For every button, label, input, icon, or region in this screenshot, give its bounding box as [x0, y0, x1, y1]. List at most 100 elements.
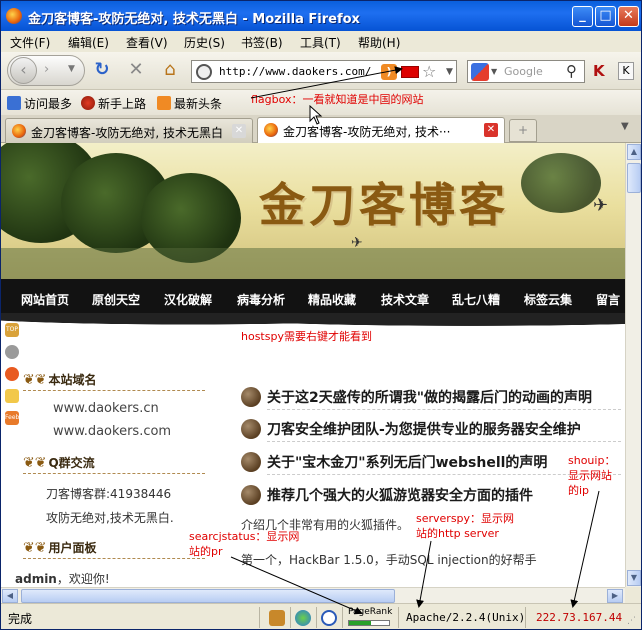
at-addon-icon[interactable] [321, 610, 337, 626]
tab-2[interactable]: 金刀客博客-攻防无绝对, 技术··· ✕ [257, 117, 505, 144]
nav-misc[interactable]: 乱七八糟 [452, 291, 500, 308]
article-3[interactable]: 关于"宝木金刀"系列无后门webshell的声明 [241, 450, 621, 475]
china-flag-icon[interactable] [401, 66, 419, 78]
article-2[interactable]: 刀客安全维护团队-为您提供专业的服务器安全维护 [241, 417, 621, 442]
nav-crack[interactable]: 汉化破解 [164, 291, 212, 308]
http-server[interactable]: Apache/2.2.4(Unix) [406, 611, 525, 624]
horizontal-scroll-thumb[interactable] [21, 589, 395, 603]
home-icon[interactable]: ⌂ [159, 61, 181, 79]
site-motto: 攻防无绝对,技术无黑白. [46, 511, 174, 525]
bird-icon: ✈ [593, 195, 609, 216]
domain-cn[interactable]: www.daokers.cn [53, 401, 159, 416]
maximize-button[interactable]: □ [595, 6, 616, 27]
tab-1[interactable]: 金刀客博客-攻防无绝对, 技术无黑白 ✕ [5, 118, 253, 143]
banner-tree [521, 153, 601, 213]
section-domains-heading: ❦❦ 本站域名 [23, 371, 205, 391]
search-placeholder[interactable]: Google [504, 65, 543, 78]
annotation-flagbox: flagbox：一看就知道是中国的网站 [251, 93, 424, 106]
annotation-searchstatus: searcjstatus：显示网 站的pr [189, 530, 300, 558]
user-icon[interactable] [5, 345, 19, 359]
vertical-scrollbar[interactable]: ▲ ▼ [625, 143, 641, 587]
menu-view[interactable]: 查看(V) [126, 34, 168, 51]
menu-edit[interactable]: 编辑(E) [68, 34, 109, 51]
scroll-left-icon[interactable]: ◀ [2, 589, 18, 603]
site-ip[interactable]: 222.73.167.44 [536, 611, 622, 624]
scroll-up-icon[interactable]: ▲ [627, 144, 641, 160]
tab-close-icon[interactable]: ✕ [232, 124, 246, 138]
section-qq-heading: ❦❦ Q群交流 [23, 454, 205, 474]
article-1[interactable]: 关于这2天盛传的所谓我"做的揭露后门的动画的声明 [241, 385, 621, 410]
list-all-tabs-icon[interactable]: ▼ [621, 121, 629, 132]
article-bullet-icon [241, 419, 261, 439]
top-icon[interactable]: TOP [5, 323, 19, 337]
bookmark-most-visited[interactable]: 访问最多 [7, 95, 72, 112]
scroll-down-icon[interactable]: ▼ [627, 570, 641, 586]
close-button[interactable]: ✕ [618, 6, 639, 27]
search-box[interactable]: ▼ Google ⚲ [467, 60, 585, 83]
tab-favicon [12, 124, 26, 138]
back-arrow-icon[interactable]: ‹ [10, 57, 37, 84]
rss-feed-icon[interactable]: ) [381, 64, 397, 80]
bookmark-getting-started[interactable]: 新手上路 [81, 95, 146, 112]
article-bullet-icon [241, 485, 261, 505]
bookmark-latest-headlines[interactable]: 最新头条 [157, 95, 222, 112]
site-nav: 网站首页 原创天空 汉化破解 病毒分析 精品收藏 技术文章 乱七八糟 标签云集 … [1, 279, 625, 317]
minimize-button[interactable]: _ [572, 6, 593, 27]
rss-bookmark-icon [157, 96, 171, 110]
tab-1-label: 金刀客博客-攻防无绝对, 技术无黑白 [31, 126, 223, 140]
pagerank-indicator[interactable]: PageRank [348, 607, 392, 628]
nav-home[interactable]: 网站首页 [21, 291, 69, 308]
address-bar[interactable]: http://www.daokers.com/ ) ☆ ▼ [191, 60, 457, 83]
qq-icon[interactable] [5, 367, 19, 381]
new-tab-button[interactable]: + [509, 119, 537, 142]
menu-bookmarks[interactable]: 书签(B) [241, 34, 283, 51]
status-bar: 完成 PageRank Apache/2.2.4(Unix) 222.73.16… [1, 603, 641, 629]
scroll-right-icon[interactable]: ▶ [607, 589, 623, 603]
menu-history[interactable]: 历史(S) [184, 34, 225, 51]
menu-help[interactable]: 帮助(H) [358, 34, 400, 51]
bug-addon-icon[interactable] [269, 610, 285, 626]
site-logo[interactable]: 金刀客博客 [259, 169, 509, 235]
annotation-hostspy: hostspy需要右键才能看到 [241, 330, 372, 343]
addon-k-icon[interactable]: K [593, 62, 605, 80]
google-engine-icon[interactable] [471, 63, 489, 81]
feed-icon[interactable]: Feeb [5, 411, 19, 425]
nav-collection[interactable]: 精品收藏 [308, 291, 356, 308]
globe-addon-icon[interactable] [295, 610, 311, 626]
tab-close-icon[interactable]: ✕ [484, 123, 498, 137]
web-content: 金刀客博客 ✈ ✈ 网站首页 原创天空 汉化破解 病毒分析 精品收藏 技术文章 … [1, 143, 625, 587]
nav-tech[interactable]: 技术文章 [381, 291, 429, 308]
menu-tools[interactable]: 工具(T) [300, 34, 341, 51]
bookmark-folder-icon [7, 96, 21, 110]
nav-virus[interactable]: 病毒分析 [237, 291, 285, 308]
bird-icon: ✈ [351, 235, 363, 251]
mail-icon[interactable] [5, 389, 19, 403]
horizontal-scrollbar[interactable]: ◀ ▶ [1, 587, 625, 603]
qq-group: 刀客博客群:41938446 [46, 487, 172, 501]
forward-arrow-icon[interactable]: › [44, 62, 49, 77]
nav-original[interactable]: 原创天空 [92, 291, 140, 308]
history-dropdown-icon[interactable]: ▼ [68, 64, 75, 74]
title-bar: 金刀客博客-攻防无绝对, 技术无黑白 - Mozilla Firefox _ □… [1, 1, 641, 31]
url-dropdown-icon[interactable]: ▼ [446, 67, 453, 77]
vertical-scroll-thumb[interactable] [627, 163, 641, 193]
addon-k2-icon[interactable]: K [618, 62, 634, 80]
menu-file[interactable]: 文件(F) [10, 34, 50, 51]
status-text: 完成 [8, 612, 33, 626]
resize-grip-icon[interactable]: ⋰ [627, 616, 636, 626]
engine-dropdown-icon[interactable]: ▼ [491, 67, 497, 76]
article-bullet-icon [241, 452, 261, 472]
bookmark-star-icon[interactable]: ☆ [422, 62, 436, 81]
url-text[interactable]: http://www.daokers.com/ [219, 65, 371, 78]
article-4[interactable]: 推荐几个强大的火狐游览器安全方面的插件 [241, 483, 621, 507]
mouse-cursor-icon [309, 105, 323, 125]
welcome-text: admin，欢迎你! [15, 572, 110, 586]
nav-tags[interactable]: 标签云集 [524, 291, 572, 308]
firefox-icon [6, 8, 22, 24]
nav-guestbook[interactable]: 留言 [596, 291, 620, 308]
search-magnifier-icon[interactable]: ⚲ [566, 62, 577, 80]
site-identity-icon[interactable] [196, 64, 212, 80]
reload-icon[interactable]: ↻ [91, 61, 113, 79]
stop-icon[interactable]: ✕ [125, 61, 147, 79]
domain-com[interactable]: www.daokers.com [53, 424, 171, 439]
